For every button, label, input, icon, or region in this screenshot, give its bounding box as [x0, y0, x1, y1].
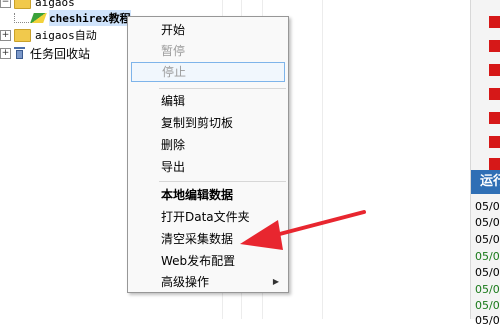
menu-item-pause[interactable]: 暂停 [131, 41, 285, 61]
log-line: 05/0 [475, 200, 500, 213]
menu-item-label: 高级操作 [161, 275, 210, 289]
expand-icon[interactable]: + [0, 47, 11, 59]
menu-item-advanced[interactable]: 高级操作 ▶ [131, 272, 285, 292]
tree-item-label: aigaos自动 [35, 29, 97, 42]
menu-item-open-data-folder[interactable]: 打开Data文件夹 [131, 207, 285, 227]
log-line: 05/0 [475, 233, 500, 246]
log-line: 05/0 [475, 314, 500, 327]
log-line: 05/0 [475, 283, 500, 296]
context-menu: 开始 暂停 停止 编辑 复制到剪切板 删除 导出 本地编辑数据 打开Data文件… [127, 16, 289, 293]
status-red-marker [489, 158, 500, 170]
tree-connector [14, 13, 29, 23]
menu-separator [159, 181, 286, 182]
right-status-panel: 运行 05/0 05/0 05/0 05/0 05/0 05/0 05/0 05… [470, 0, 500, 327]
run-log-header: 运行 [471, 170, 500, 194]
collapse-icon[interactable]: − [0, 0, 11, 8]
status-red-marker [489, 64, 500, 76]
tree-row-group2[interactable]: + aigaos自动 [0, 26, 97, 44]
menu-item-delete[interactable]: 删除 [131, 135, 285, 155]
tree-item-label: aigaos [35, 0, 75, 9]
status-red-marker [489, 136, 500, 148]
log-line: 05/0 [475, 216, 500, 229]
menu-item-copy-clipboard[interactable]: 复制到剪切板 [131, 113, 285, 133]
menu-separator [159, 88, 286, 89]
tree-row-recycle[interactable]: + 任务回收站 [0, 44, 90, 62]
menu-item-local-edit-data[interactable]: 本地编辑数据 [131, 185, 285, 205]
tree-item-label: 任务回收站 [30, 46, 91, 61]
trash-icon [14, 47, 25, 59]
grid-line [322, 0, 323, 319]
menu-item-start[interactable]: 开始 [131, 20, 285, 40]
task-icon [30, 13, 47, 23]
submenu-arrow-icon: ▶ [272, 277, 279, 286]
tree-item-label: cheshirex教程 [49, 10, 131, 26]
menu-item-clear-collected-data[interactable]: 清空采集数据 [131, 229, 285, 249]
status-red-marker [489, 88, 500, 100]
log-line: 05/0 [475, 299, 500, 312]
menu-item-stop[interactable]: 停止 [131, 62, 285, 82]
status-red-marker [489, 112, 500, 124]
tree-row-task[interactable]: cheshirex教程 [0, 9, 131, 27]
status-red-marker [489, 16, 500, 28]
menu-item-web-publish-config[interactable]: Web发布配置 [131, 251, 285, 271]
menu-item-edit[interactable]: 编辑 [131, 91, 285, 111]
folder-icon [14, 0, 31, 9]
menu-item-export[interactable]: 导出 [131, 157, 285, 177]
expand-icon[interactable]: + [0, 29, 11, 41]
log-line: 05/0 [475, 266, 500, 279]
log-line: 05/0 [475, 250, 500, 263]
status-red-marker [489, 40, 500, 52]
folder-icon [14, 28, 31, 42]
